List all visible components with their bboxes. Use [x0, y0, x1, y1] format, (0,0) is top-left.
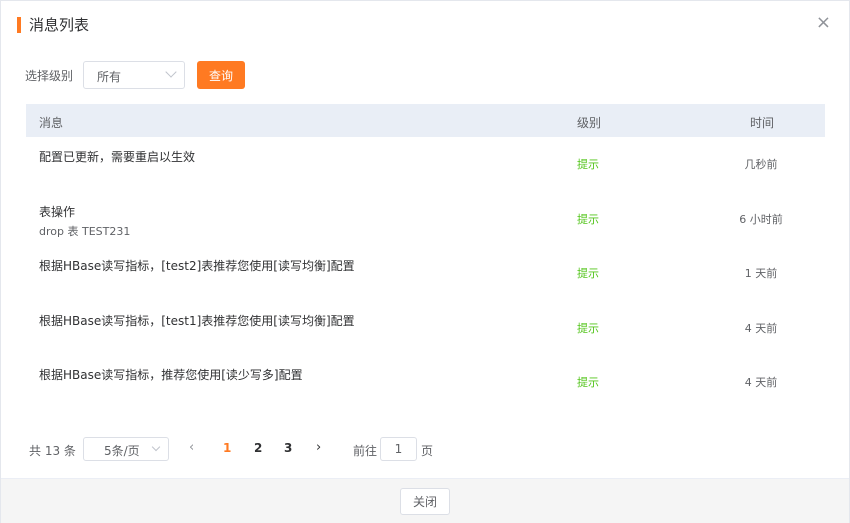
close-button[interactable]: 关闭 [400, 488, 450, 515]
message-level: 提示 [577, 212, 599, 226]
message-table: 消息 级别 时间 配置已更新，需要重启以生效 提示 几秒前 表操作 drop 表… [26, 104, 825, 410]
dialog-footer: 关闭 [1, 478, 849, 523]
message-title: 根据HBase读写指标，[test2]表推荐您使用[读写均衡]配置 [39, 259, 355, 274]
message-time: 1 天前 [744, 267, 778, 281]
message-title: 根据HBase读写指标，推荐您使用[读少写多]配置 [39, 368, 303, 383]
table-row: 根据HBase读写指标，推荐您使用[读少写多]配置 提示 4 天前 [26, 355, 825, 410]
goto-page-input[interactable] [380, 437, 417, 461]
message-level: 提示 [577, 267, 599, 281]
message-level: 提示 [577, 158, 599, 171]
level-select-value: 所有 [97, 70, 122, 84]
message-title: 根据HBase读写指标，[test1]表推荐您使用[读写均衡]配置 [39, 313, 355, 328]
message-detail: drop 表 TEST231 [39, 224, 131, 238]
chevron-down-icon [165, 66, 177, 78]
table-row: 根据HBase读写指标，[test2]表推荐您使用[读写均衡]配置 提示 1 天… [26, 246, 825, 301]
column-header-level: 级别 [577, 116, 602, 130]
level-select[interactable]: 所有 [83, 61, 185, 89]
message-time: 4 天前 [744, 376, 778, 390]
message-title: 表操作 [39, 204, 76, 219]
page-1[interactable]: 1 [223, 441, 231, 455]
prev-page-icon[interactable]: ‹ [189, 440, 194, 455]
dialog-title: 消息列表 [29, 16, 90, 34]
title-accent-bar [17, 17, 21, 33]
total-count: 共 13 条 [29, 444, 76, 458]
column-header-time: 时间 [750, 116, 775, 130]
message-title: 配置已更新，需要重启以生效 [39, 150, 196, 164]
query-button[interactable]: 查询 [197, 61, 245, 89]
message-level: 提示 [577, 321, 599, 335]
chevron-down-icon [151, 442, 161, 452]
goto-suffix: 页 [421, 444, 434, 458]
page-3[interactable]: 3 [284, 441, 292, 455]
goto-label: 前往 [353, 444, 378, 458]
table-row: 根据HBase读写指标，[test1]表推荐您使用[读写均衡]配置 提示 4 天… [26, 301, 825, 356]
level-filter: 选择级别 所有 查询 [25, 61, 625, 89]
level-filter-label: 选择级别 [25, 69, 74, 83]
message-time: 4 天前 [744, 321, 778, 335]
message-time: 6 小时前 [739, 212, 783, 226]
pagination: 共 13 条 5条/页 ‹ 1 2 3 › 前往 页 [29, 437, 629, 461]
message-level: 提示 [577, 376, 599, 390]
page-size-select[interactable]: 5条/页 [83, 437, 169, 461]
close-icon[interactable]: × [816, 13, 831, 33]
page-size-value: 5条/页 [104, 444, 140, 458]
column-header-message: 消息 [39, 116, 64, 130]
table-header: 消息 级别 时间 [26, 104, 825, 137]
message-time: 几秒前 [744, 158, 778, 171]
table-row: 表操作 drop 表 TEST231 提示 6 小时前 [26, 192, 825, 247]
dialog-header: 消息列表 × [1, 1, 849, 49]
message-list-dialog: 消息列表 × 选择级别 所有 查询 消息 级别 时间 配置已更新，需要重启以生效… [0, 0, 850, 523]
page-2[interactable]: 2 [254, 441, 262, 455]
table-row: 配置已更新，需要重启以生效 提示 几秒前 [26, 137, 825, 192]
next-page-icon[interactable]: › [316, 440, 321, 455]
